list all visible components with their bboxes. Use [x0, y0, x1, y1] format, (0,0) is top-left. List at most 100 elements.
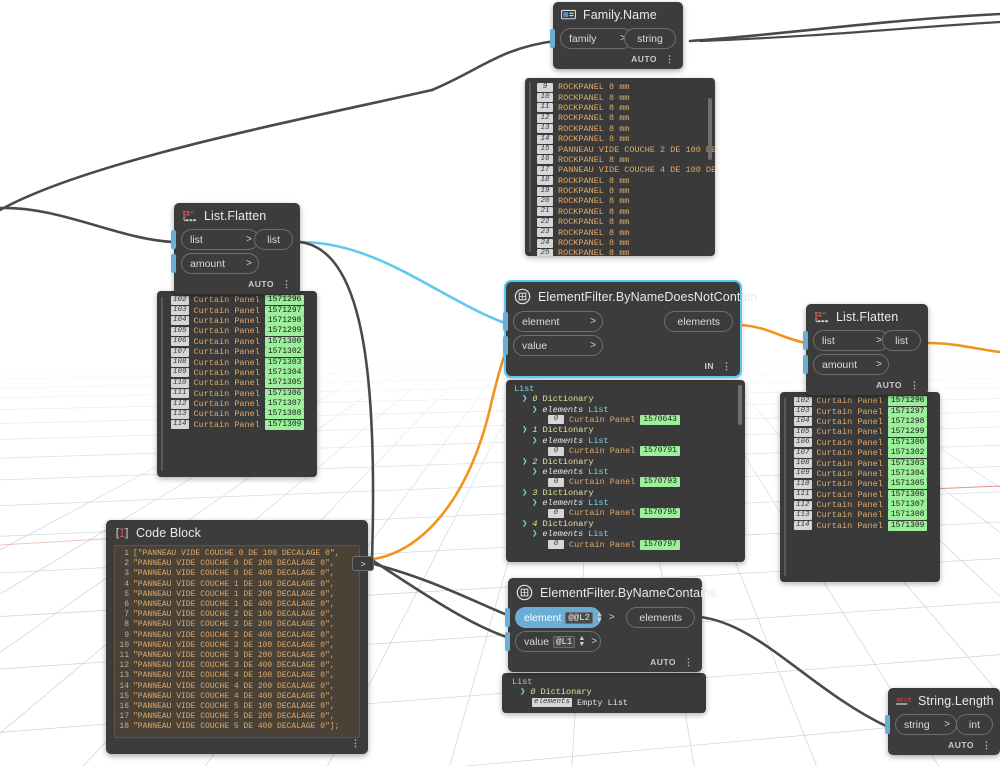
- spinner-icon[interactable]: ▲ ▼: [578, 635, 585, 648]
- output-port-elements[interactable]: elements: [664, 311, 733, 332]
- vertical-dots-icon[interactable]: ⋮: [282, 280, 291, 289]
- code-block-icon: [ I ]: [114, 527, 129, 540]
- input-port-list[interactable]: list >: [813, 330, 889, 351]
- code-line-number: 11: [119, 651, 129, 661]
- list-item: 106 Curtain Panel 1571300: [794, 437, 934, 448]
- curtain-panel-preview-right[interactable]: 102 Curtain Panel 1571296 103 Curtain Panel 1…: [780, 392, 940, 582]
- code-line-number: 14: [119, 681, 129, 691]
- input-port-element[interactable]: element @@L2 ▲ ▼ >: [515, 607, 615, 628]
- entry-index: 2: [532, 456, 538, 467]
- input-port-list[interactable]: list >: [181, 229, 259, 250]
- curtain-panel-preview-left[interactable]: 102 Curtain Panel 1571296 103 Curtain Panel 1…: [157, 291, 317, 477]
- dictionary-key-row: ❯ elements List: [512, 404, 739, 415]
- input-port-amount[interactable]: amount >: [813, 354, 889, 375]
- item-label: Curtain Panel: [193, 399, 260, 410]
- expand-chevron-icon[interactable]: ❯: [522, 394, 527, 404]
- node-header: [ I ] Code Block: [106, 520, 368, 545]
- empty-list-preview[interactable]: List ❯ 0 Dictionary elements Empty List: [502, 673, 706, 713]
- item-label: Curtain Panel: [816, 448, 883, 459]
- preview-rail: [784, 398, 786, 576]
- expand-chevron-icon[interactable]: ❯: [532, 498, 537, 508]
- expand-chevron-icon[interactable]: ❯: [520, 687, 525, 697]
- node-body: element @@L2 ▲ ▼ > elements value @L1 ▲ ▼ …: [505, 606, 702, 672]
- spinner-icon[interactable]: ▲ ▼: [596, 611, 603, 624]
- item-label: Curtain Panel: [816, 479, 883, 490]
- port-row: family > string: [550, 28, 683, 49]
- input-port-string[interactable]: string >: [895, 714, 957, 735]
- code-line-number: 18: [119, 722, 129, 732]
- item-index: 0: [548, 508, 564, 518]
- node-list-flatten-left[interactable]: n List.Flatten list > list amount > AUTO…: [171, 203, 300, 294]
- lacing-chip-element[interactable]: @@L2: [565, 611, 593, 624]
- node-element-filter-bynamecontains[interactable]: ElementFilter.ByNameContains element @@L…: [505, 578, 716, 672]
- input-port-value[interactable]: value >: [513, 335, 603, 356]
- item-element-id: 1571309: [887, 520, 928, 531]
- expand-chevron-icon[interactable]: ❯: [522, 488, 527, 498]
- entry-key-type: List: [588, 435, 609, 446]
- code-line-number: 10: [119, 640, 129, 650]
- item-index: 20: [537, 196, 553, 206]
- list-item: 103 Curtain Panel 1571297: [171, 305, 311, 316]
- preview-entry-row: ❯ 0 Dictionary: [508, 687, 700, 697]
- output-port-string[interactable]: string: [624, 28, 676, 49]
- item-element-id: 1571298: [887, 416, 928, 427]
- expand-chevron-icon[interactable]: ❯: [522, 457, 527, 467]
- family-name-list-preview[interactable]: 9 ROCKPANEL 8 mm 10 ROCKPANEL 8 mm 11 ROCKPAN…: [525, 78, 715, 256]
- node-list-flatten-right[interactable]: n List.Flatten list > list amount > AUTO…: [803, 304, 928, 395]
- preview-scrollbar[interactable]: [738, 385, 742, 425]
- code-line-text: ["PANNEAU VIDE COUCHE 0 DE 100 DECALAGE …: [133, 549, 340, 558]
- output-port-int[interactable]: int: [955, 714, 993, 735]
- item-value: ROCKPANEL 8 mm: [558, 248, 630, 256]
- input-port-element[interactable]: element >: [513, 311, 603, 332]
- vertical-dots-icon[interactable]: ⋮: [684, 658, 693, 667]
- preview-rows: ❯ 0 Dictionary ❯ elements List 0 Curtain Panel 1…: [512, 394, 739, 550]
- dynamo-graph-canvas[interactable]: Family.Name family > string AUTO ⋮ 9 ROCK…: [0, 0, 1000, 766]
- code-block-editor[interactable]: 1 ["PANNEAU VIDE COUCHE 0 DE 100 DECALAGE…: [114, 545, 360, 738]
- item-index: 113: [171, 409, 189, 419]
- item-value: ROCKPANEL 8 mm: [558, 123, 630, 134]
- input-port-amount[interactable]: amount >: [181, 253, 259, 274]
- node-element-filter-bynamedoesnotcontain[interactable]: ElementFilter.ByNameDoesNotContain eleme…: [503, 280, 757, 378]
- node-family-name[interactable]: Family.Name family > string AUTO ⋮: [550, 2, 683, 69]
- output-port-list[interactable]: list: [882, 330, 921, 351]
- node-code-block[interactable]: [ I ] Code Block 1 ["PANNEAU VIDE COUCHE …: [106, 520, 374, 754]
- vertical-dots-icon[interactable]: ⋮: [665, 55, 674, 64]
- vertical-dots-icon[interactable]: ⋮: [910, 381, 919, 390]
- list-item: 16 ROCKPANEL 8 mm: [537, 155, 709, 165]
- port-label: elements: [639, 611, 682, 624]
- expand-chevron-icon[interactable]: ❯: [522, 519, 527, 529]
- vertical-dots-icon[interactable]: ⋮: [982, 741, 991, 750]
- node-string-length[interactable]: abcd String.Length string > int AUTO ⋮: [885, 688, 1000, 755]
- expand-chevron-icon[interactable]: ❯: [532, 405, 537, 415]
- expand-chevron-icon[interactable]: ❯: [532, 436, 537, 446]
- lacing-chip-value[interactable]: @L1: [553, 635, 576, 648]
- expand-chevron-icon[interactable]: ❯: [532, 467, 537, 477]
- input-port-family[interactable]: family >: [560, 28, 633, 49]
- expand-chevron-icon[interactable]: ❯: [522, 425, 527, 435]
- item-element-id: 1571307: [887, 500, 928, 511]
- wire-list-flatten-to-filter-element: [298, 240, 512, 327]
- svg-text:abcd: abcd: [896, 696, 911, 703]
- code-line: 13 "PANNEAU VIDE COUCHE 4 DE 100 DECALAGE…: [117, 671, 355, 681]
- item-value: ROCKPANEL 8 mm: [558, 113, 630, 124]
- input-port-value[interactable]: value @L1 ▲ ▼ >: [515, 631, 601, 652]
- node-title: ElementFilter.ByNameDoesNotContain: [538, 289, 758, 304]
- vertical-dots-icon[interactable]: ⋮: [722, 362, 731, 371]
- item-label: Curtain Panel: [816, 416, 883, 427]
- preview-scrollbar[interactable]: [708, 98, 712, 160]
- output-port-codeblock[interactable]: >: [352, 556, 374, 571]
- expand-chevron-icon[interactable]: ❯: [532, 529, 537, 539]
- node-footer: AUTO ⋮: [888, 738, 1000, 755]
- dictionary-list-preview[interactable]: List ❯ 0 Dictionary ❯ elements List 0 Curtain P…: [506, 380, 745, 562]
- list-item: 114 Curtain Panel 1571309: [794, 520, 934, 531]
- item-element-id: 1571305: [264, 378, 305, 389]
- item-index: 0: [548, 446, 564, 456]
- output-port-list[interactable]: list: [254, 229, 293, 250]
- item-index: 105: [171, 326, 189, 336]
- item-element-id: 1571298: [264, 315, 305, 326]
- vertical-dots-icon[interactable]: ⋮: [351, 738, 360, 747]
- code-line-text: "PANNEAU VIDE COUCHE 3 DE 200 DECALAGE 0…: [133, 651, 335, 661]
- code-line-text: "PANNEAU VIDE COUCHE 4 DE 200 DECALAGE 0…: [133, 681, 335, 691]
- output-port-elements[interactable]: elements: [626, 607, 695, 628]
- code-line-text: "PANNEAU VIDE COUCHE 0 DE 400 DECALAGE 0…: [133, 569, 335, 579]
